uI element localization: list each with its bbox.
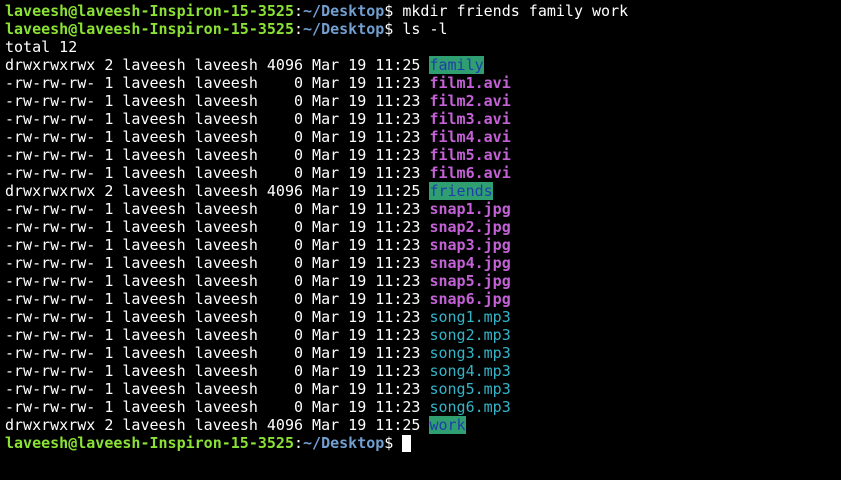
row-meta: -rw-rw-rw- 1 laveesh laveesh 0 Mar 19 11… xyxy=(5,380,430,398)
listing-row: -rw-rw-rw- 1 laveesh laveesh 0 Mar 19 11… xyxy=(5,218,841,236)
row-meta: -rw-rw-rw- 1 laveesh laveesh 0 Mar 19 11… xyxy=(5,362,430,380)
listing-row: -rw-rw-rw- 1 laveesh laveesh 0 Mar 19 11… xyxy=(5,398,841,416)
file-name: film1.avi xyxy=(429,74,511,92)
row-meta: -rw-rw-rw- 1 laveesh laveesh 0 Mar 19 11… xyxy=(5,236,430,254)
row-meta: -rw-rw-rw- 1 laveesh laveesh 0 Mar 19 11… xyxy=(5,128,430,146)
prompt-colon: : xyxy=(293,20,304,38)
total-line: total 12 xyxy=(5,38,841,56)
row-meta: -rw-rw-rw- 1 laveesh laveesh 0 Mar 19 11… xyxy=(5,398,430,416)
text-cursor[interactable] xyxy=(402,434,412,452)
file-name: song3.mp3 xyxy=(429,344,511,362)
prompt-path: ~/Desktop xyxy=(303,434,385,452)
file-listing: drwxrwxrwx 2 laveesh laveesh 4096 Mar 19… xyxy=(5,56,841,434)
row-meta: -rw-rw-rw- 1 laveesh laveesh 0 Mar 19 11… xyxy=(5,110,430,128)
listing-row: -rw-rw-rw- 1 laveesh laveesh 0 Mar 19 11… xyxy=(5,200,841,218)
prompt-user-host: laveesh@laveesh-Inspiron-15-3525 xyxy=(5,20,294,38)
file-name: snap3.jpg xyxy=(429,236,511,254)
file-name: film4.avi xyxy=(429,128,511,146)
directory-name: friends xyxy=(429,182,493,200)
prompt-colon: : xyxy=(293,2,304,20)
listing-row: -rw-rw-rw- 1 laveesh laveesh 0 Mar 19 11… xyxy=(5,110,841,128)
listing-row: -rw-rw-rw- 1 laveesh laveesh 0 Mar 19 11… xyxy=(5,344,841,362)
listing-row: drwxrwxrwx 2 laveesh laveesh 4096 Mar 19… xyxy=(5,416,841,434)
file-name: song5.mp3 xyxy=(429,380,511,398)
listing-row: -rw-rw-rw- 1 laveesh laveesh 0 Mar 19 11… xyxy=(5,128,841,146)
row-meta: -rw-rw-rw- 1 laveesh laveesh 0 Mar 19 11… xyxy=(5,218,430,236)
listing-row: -rw-rw-rw- 1 laveesh laveesh 0 Mar 19 11… xyxy=(5,254,841,272)
total-text: total 12 xyxy=(5,38,78,56)
file-name: film5.avi xyxy=(429,146,511,164)
prompt-symbol: $ xyxy=(384,20,394,38)
row-meta: -rw-rw-rw- 1 laveesh laveesh 0 Mar 19 11… xyxy=(5,254,430,272)
command-text: mkdir friends family work xyxy=(393,2,629,20)
prompt-line-3[interactable]: laveesh@laveesh-Inspiron-15-3525: ~/Deskt… xyxy=(5,434,841,452)
prompt-line-1: laveesh@laveesh-Inspiron-15-3525: ~/Deskt… xyxy=(5,2,841,20)
listing-row: -rw-rw-rw- 1 laveesh laveesh 0 Mar 19 11… xyxy=(5,74,841,92)
listing-row: drwxrwxrwx 2 laveesh laveesh 4096 Mar 19… xyxy=(5,182,841,200)
row-meta: -rw-rw-rw- 1 laveesh laveesh 0 Mar 19 11… xyxy=(5,272,430,290)
listing-row: -rw-rw-rw- 1 laveesh laveesh 0 Mar 19 11… xyxy=(5,326,841,344)
prompt-path: ~/Desktop xyxy=(303,20,385,38)
directory-name: work xyxy=(429,416,466,434)
listing-row: drwxrwxrwx 2 laveesh laveesh 4096 Mar 19… xyxy=(5,56,841,74)
listing-row: -rw-rw-rw- 1 laveesh laveesh 0 Mar 19 11… xyxy=(5,164,841,182)
terminal-window[interactable]: laveesh@laveesh-Inspiron-15-3525: ~/Deskt… xyxy=(0,0,841,480)
file-name: snap5.jpg xyxy=(429,272,511,290)
file-name: song4.mp3 xyxy=(429,362,511,380)
row-meta: -rw-rw-rw- 1 laveesh laveesh 0 Mar 19 11… xyxy=(5,308,430,326)
file-name: snap4.jpg xyxy=(429,254,511,272)
file-name: film6.avi xyxy=(429,164,511,182)
file-name: snap6.jpg xyxy=(429,290,511,308)
row-meta: -rw-rw-rw- 1 laveesh laveesh 0 Mar 19 11… xyxy=(5,74,430,92)
row-meta: -rw-rw-rw- 1 laveesh laveesh 0 Mar 19 11… xyxy=(5,146,430,164)
file-name: film3.avi xyxy=(429,110,511,128)
row-meta: -rw-rw-rw- 1 laveesh laveesh 0 Mar 19 11… xyxy=(5,290,430,308)
row-meta: -rw-rw-rw- 1 laveesh laveesh 0 Mar 19 11… xyxy=(5,326,430,344)
row-meta: -rw-rw-rw- 1 laveesh laveesh 0 Mar 19 11… xyxy=(5,344,430,362)
file-name: song6.mp3 xyxy=(429,398,511,416)
file-name: snap1.jpg xyxy=(429,200,511,218)
prompt-user-host: laveesh@laveesh-Inspiron-15-3525 xyxy=(5,434,294,452)
row-meta: drwxrwxrwx 2 laveesh laveesh 4096 Mar 19… xyxy=(5,416,430,434)
command-text: ls -l xyxy=(393,20,448,38)
directory-name: family xyxy=(429,56,484,74)
file-name: song1.mp3 xyxy=(429,308,511,326)
row-meta: drwxrwxrwx 2 laveesh laveesh 4096 Mar 19… xyxy=(5,182,430,200)
listing-row: -rw-rw-rw- 1 laveesh laveesh 0 Mar 19 11… xyxy=(5,146,841,164)
prompt-symbol: $ xyxy=(384,2,394,20)
listing-row: -rw-rw-rw- 1 laveesh laveesh 0 Mar 19 11… xyxy=(5,92,841,110)
prompt-path: ~/Desktop xyxy=(303,2,385,20)
row-meta: -rw-rw-rw- 1 laveesh laveesh 0 Mar 19 11… xyxy=(5,200,430,218)
listing-row: -rw-rw-rw- 1 laveesh laveesh 0 Mar 19 11… xyxy=(5,308,841,326)
listing-row: -rw-rw-rw- 1 laveesh laveesh 0 Mar 19 11… xyxy=(5,272,841,290)
listing-row: -rw-rw-rw- 1 laveesh laveesh 0 Mar 19 11… xyxy=(5,362,841,380)
top-edge xyxy=(0,0,841,3)
row-meta: -rw-rw-rw- 1 laveesh laveesh 0 Mar 19 11… xyxy=(5,164,430,182)
row-meta: drwxrwxrwx 2 laveesh laveesh 4096 Mar 19… xyxy=(5,56,430,74)
file-name: snap2.jpg xyxy=(429,218,511,236)
file-name: film2.avi xyxy=(429,92,511,110)
row-meta: -rw-rw-rw- 1 laveesh laveesh 0 Mar 19 11… xyxy=(5,92,430,110)
prompt-user-host: laveesh@laveesh-Inspiron-15-3525 xyxy=(5,2,294,20)
listing-row: -rw-rw-rw- 1 laveesh laveesh 0 Mar 19 11… xyxy=(5,236,841,254)
prompt-line-2: laveesh@laveesh-Inspiron-15-3525: ~/Deskt… xyxy=(5,20,841,38)
listing-row: -rw-rw-rw- 1 laveesh laveesh 0 Mar 19 11… xyxy=(5,290,841,308)
file-name: song2.mp3 xyxy=(429,326,511,344)
prompt-symbol: $ xyxy=(384,434,394,452)
listing-row: -rw-rw-rw- 1 laveesh laveesh 0 Mar 19 11… xyxy=(5,380,841,398)
prompt-colon: : xyxy=(293,434,304,452)
